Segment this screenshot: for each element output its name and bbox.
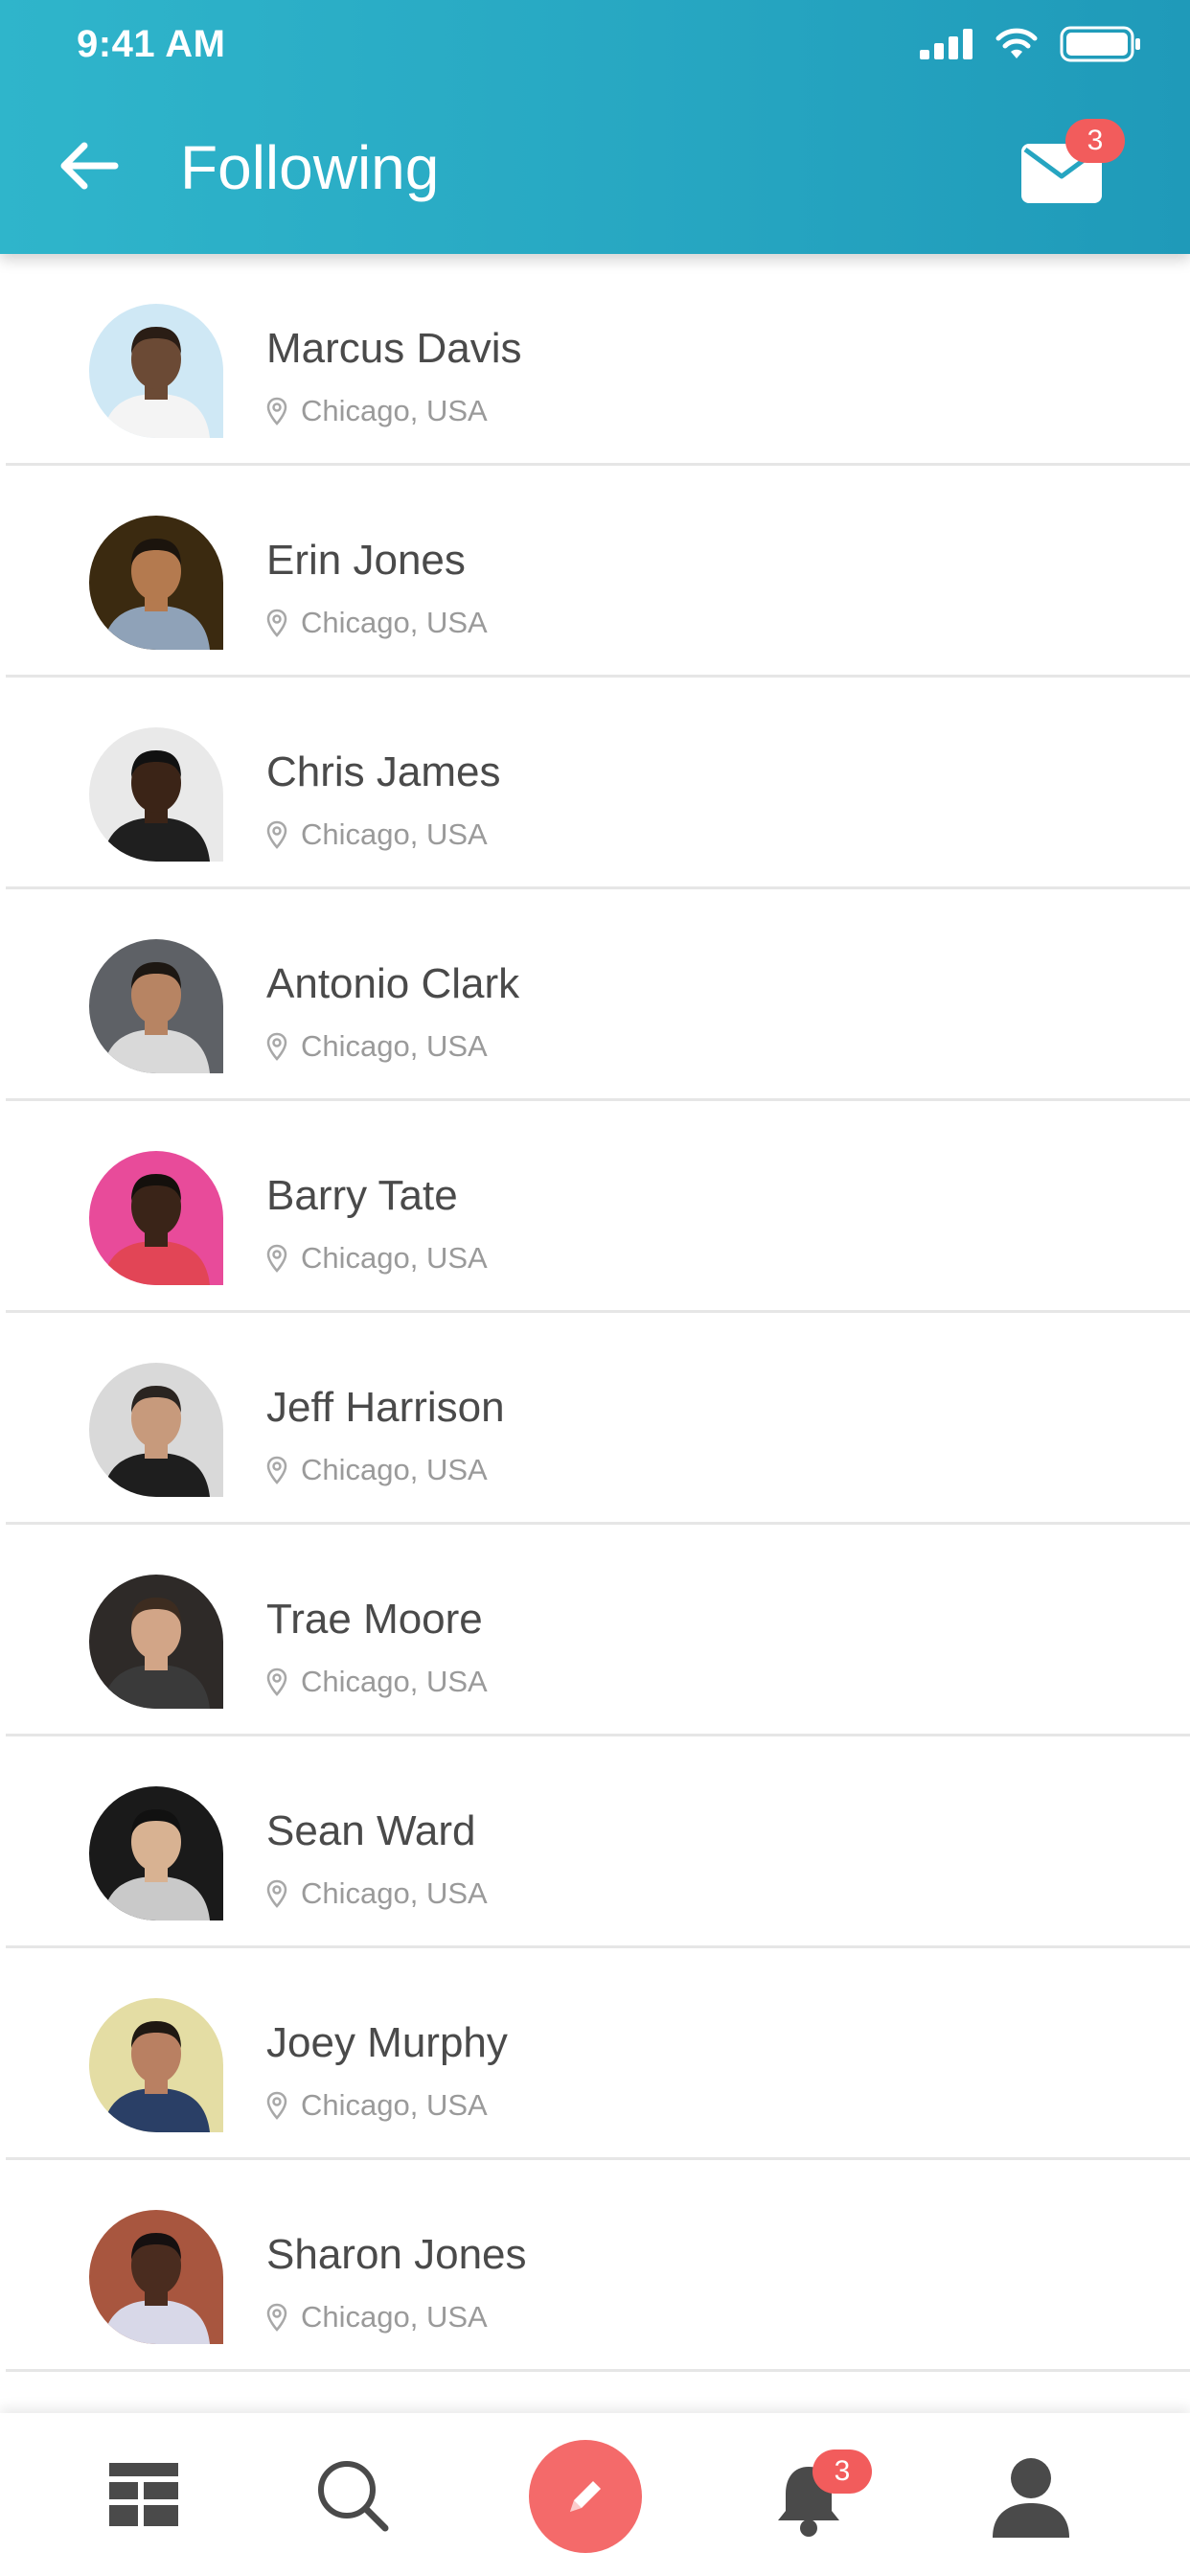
person-name: Sean Ward (266, 1807, 476, 1854)
avatar[interactable] (89, 2210, 223, 2344)
status-time: 9:41 AM (77, 23, 226, 65)
notifications-badge: 3 (812, 2450, 872, 2494)
tab-search[interactable] (314, 2457, 391, 2539)
list-item[interactable]: Chris James Chicago, USA (6, 678, 1190, 889)
location-pin-icon (266, 1456, 287, 1484)
person-location: Chicago, USA (266, 1453, 488, 1487)
cellular-signal-icon (920, 29, 973, 59)
tab-feed[interactable] (109, 2463, 178, 2531)
tab-profile[interactable] (991, 2455, 1071, 2542)
location-label: Chicago, USA (301, 606, 488, 639)
location-pin-icon (266, 1668, 287, 1696)
avatar[interactable] (89, 727, 223, 862)
list-item[interactable]: Marcus Davis Chicago, USA (6, 254, 1190, 466)
person-name: Joey Murphy (266, 2019, 508, 2066)
person-name: Chris James (266, 748, 501, 795)
avatar[interactable] (89, 516, 223, 650)
location-label: Chicago, USA (301, 2300, 488, 2334)
arrow-left-icon (60, 142, 119, 190)
location-pin-icon (266, 1244, 287, 1273)
avatar[interactable] (89, 1575, 223, 1709)
messages-badge: 3 (1065, 119, 1125, 163)
list-item[interactable]: Joey Murphy Chicago, USA (6, 1948, 1190, 2160)
compose-button[interactable] (529, 2440, 642, 2553)
location-pin-icon (266, 1879, 287, 1908)
person-name: Erin Jones (266, 537, 466, 584)
location-label: Chicago, USA (301, 2088, 488, 2122)
location-pin-icon (266, 397, 287, 426)
location-label: Chicago, USA (301, 1029, 488, 1063)
avatar[interactable] (89, 1998, 223, 2132)
list-item[interactable]: Sharon Jones Chicago, USA (6, 2160, 1190, 2372)
list-item[interactable]: Sean Ward Chicago, USA (6, 1736, 1190, 1948)
following-list: Marcus Davis Chicago, USA Erin Jones Chi… (0, 254, 1190, 2372)
avatar[interactable] (89, 1151, 223, 1285)
location-label: Chicago, USA (301, 1876, 488, 1910)
location-label: Chicago, USA (301, 1241, 488, 1275)
person-name: Marcus Davis (266, 325, 522, 372)
person-location: Chicago, USA (266, 1029, 488, 1064)
person-icon (993, 2458, 1069, 2538)
location-label: Chicago, USA (301, 1453, 488, 1486)
person-location: Chicago, USA (266, 1241, 488, 1276)
location-label: Chicago, USA (301, 817, 488, 851)
status-icons (920, 25, 1142, 63)
person-location: Chicago, USA (266, 606, 488, 640)
list-item[interactable]: Barry Tate Chicago, USA (6, 1101, 1190, 1313)
page-title: Following (180, 133, 440, 202)
list-item[interactable]: Jeff Harrison Chicago, USA (6, 1313, 1190, 1525)
location-pin-icon (266, 1032, 287, 1061)
person-location: Chicago, USA (266, 2300, 488, 2334)
avatar[interactable] (89, 1786, 223, 1920)
person-name: Antonio Clark (266, 960, 520, 1007)
person-location: Chicago, USA (266, 817, 488, 852)
location-pin-icon (266, 2303, 287, 2332)
list-item[interactable]: Erin Jones Chicago, USA (6, 466, 1190, 678)
person-name: Jeff Harrison (266, 1384, 505, 1431)
person-location: Chicago, USA (266, 2088, 488, 2123)
location-pin-icon (266, 2091, 287, 2120)
person-location: Chicago, USA (266, 394, 488, 428)
person-name: Trae Moore (266, 1596, 483, 1643)
avatar[interactable] (89, 304, 223, 438)
avatar[interactable] (89, 939, 223, 1073)
person-name: Barry Tate (266, 1172, 458, 1219)
avatar[interactable] (89, 1363, 223, 1497)
search-icon (318, 2461, 389, 2532)
location-pin-icon (266, 820, 287, 849)
person-location: Chicago, USA (266, 1665, 488, 1699)
location-label: Chicago, USA (301, 1665, 488, 1698)
person-location: Chicago, USA (266, 1876, 488, 1911)
feed-icon (109, 2463, 178, 2526)
list-item[interactable]: Trae Moore Chicago, USA (6, 1525, 1190, 1736)
pencil-icon (570, 2481, 601, 2512)
location-label: Chicago, USA (301, 394, 488, 427)
person-name: Sharon Jones (266, 2231, 527, 2278)
battery-icon (1060, 26, 1140, 62)
app-header: 9:41 AM Following 3 (0, 0, 1190, 254)
back-button[interactable] (56, 132, 123, 199)
list-item[interactable]: Antonio Clark Chicago, USA (6, 889, 1190, 1101)
wifi-icon (995, 28, 1038, 58)
location-pin-icon (266, 609, 287, 637)
